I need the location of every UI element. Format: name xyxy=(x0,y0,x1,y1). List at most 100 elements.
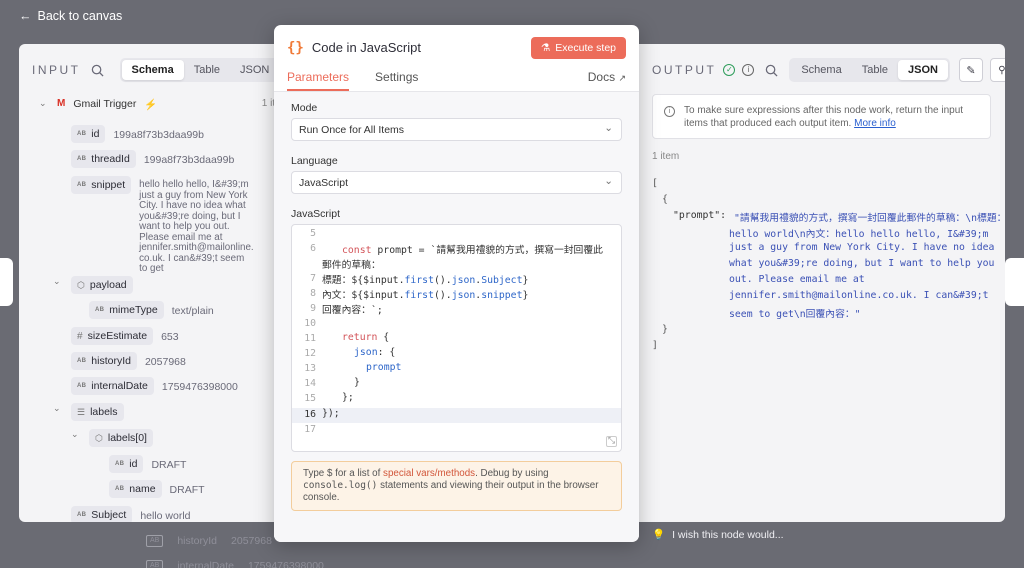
field-id-pill[interactable]: AB id xyxy=(71,125,106,143)
field-sizeestimate: # sizeEstimate 653 xyxy=(71,327,179,345)
input-tab-json[interactable]: JSON xyxy=(230,60,279,80)
node-title[interactable]: Code in JavaScript xyxy=(312,40,421,55)
field-sizeestimate-pill[interactable]: # sizeEstimate xyxy=(71,327,154,345)
field-subject-pill[interactable]: AB Subject xyxy=(71,506,133,522)
field-internaldate-pill[interactable]: AB internalDate xyxy=(71,377,154,395)
field-key: labels xyxy=(90,406,118,418)
feedback-link[interactable]: 💡 I wish this node would... xyxy=(652,528,784,542)
bg-internal-key: internalDate xyxy=(177,560,234,568)
tab-parameters[interactable]: Parameters xyxy=(287,70,350,91)
resize-editor-icon[interactable]: ⤡ xyxy=(606,436,617,447)
json-string-line: just a guy from New York City. I have no… xyxy=(729,242,995,253)
text-type-icon: AB xyxy=(77,156,87,162)
pin-data-button[interactable]: ⚲ xyxy=(989,58,1005,82)
json-string-line: what you&#39;re doing, but I want to hel… xyxy=(729,258,995,269)
code-line-6: const prompt = `請幫我用禮貌的方式，撰寫一封回覆此 xyxy=(342,242,603,256)
snippet-line: City. I have no idea what xyxy=(139,200,246,211)
bg-internal-value: 1759476398000 xyxy=(247,560,324,568)
json-bracket-close: ] xyxy=(652,340,658,351)
language-select[interactable]: JavaScript ⌄ xyxy=(291,171,622,194)
code-text: : { xyxy=(377,347,396,358)
arrow-left-icon: ← xyxy=(19,9,32,23)
field-threadid-pill[interactable]: AB threadId xyxy=(71,150,136,168)
output-tab-table[interactable]: Table xyxy=(852,60,898,80)
special-vars-link[interactable]: special vars/methods xyxy=(383,468,475,479)
code-text: } xyxy=(522,275,529,286)
output-tab-json[interactable]: JSON xyxy=(898,60,948,80)
hint-code: console.log() xyxy=(303,480,378,491)
back-to-canvas-label: Back to canvas xyxy=(37,9,123,23)
field-key: id xyxy=(129,458,138,470)
output-panel: OUTPUT ✓ i Schema Table JSON ✎ ⚲ i To ma… xyxy=(639,44,1005,522)
object-icon: ⬡ xyxy=(77,279,85,290)
field-snippet-pill[interactable]: AB snippet xyxy=(71,176,132,194)
gmail-node-edge xyxy=(0,258,13,306)
field-payload: ⌄ ⬡ payload xyxy=(53,276,133,294)
info-icon[interactable]: i xyxy=(742,64,755,76)
pencil-icon: ✎ xyxy=(966,64,976,77)
code-property: snippet xyxy=(481,290,523,301)
hint-text: Type $ for a list of xyxy=(303,468,384,479)
chevron-down-icon[interactable]: ⌄ xyxy=(39,98,49,109)
code-method: first xyxy=(404,275,434,286)
code-text: } xyxy=(522,290,529,301)
field-label-name-pill[interactable]: AB name xyxy=(109,480,162,498)
field-value: 653 xyxy=(161,331,179,343)
json-key: "prompt": xyxy=(673,210,727,221)
mode-select[interactable]: Run Once for All Items ⌄ xyxy=(291,118,622,141)
back-to-canvas-link[interactable]: ← Back to canvas xyxy=(19,9,122,23)
chevron-down-icon[interactable]: ⌄ xyxy=(53,276,63,287)
field-threadid: AB threadId 199a8f73b3daa99b xyxy=(71,150,234,168)
field-mimetype-pill[interactable]: AB mimeType xyxy=(89,301,164,319)
bolt-icon: ⚡ xyxy=(144,99,158,111)
mode-label: Mode xyxy=(291,102,318,114)
field-labels-pill[interactable]: ☰ labels xyxy=(71,403,124,421)
json-string-line: seem to get\n回覆內容：" xyxy=(729,309,861,320)
code-property: json xyxy=(451,275,476,286)
search-icon[interactable] xyxy=(765,64,778,77)
output-item-count: 1 item xyxy=(652,151,680,162)
input-view-tabs: Schema Table JSON xyxy=(119,58,282,82)
code-hint: Type $ for a list of special vars/method… xyxy=(291,461,622,511)
field-label-id-pill[interactable]: AB id xyxy=(109,455,144,473)
code-keyword: return xyxy=(342,332,378,343)
text-type-icon: AB xyxy=(77,182,87,188)
edit-output-button[interactable]: ✎ xyxy=(958,58,983,82)
line-number: 14 xyxy=(304,378,316,389)
language-value: JavaScript xyxy=(299,177,349,189)
field-historyid-pill[interactable]: AB historyId xyxy=(71,352,137,370)
field-key: name xyxy=(129,483,156,495)
hint-text: . Debug by using xyxy=(475,468,549,479)
field-key: internalDate xyxy=(91,380,148,392)
gmail-trigger-row[interactable]: ⌄ M Gmail Trigger ⚡ 1 item xyxy=(39,98,289,111)
field-labels0-pill[interactable]: ⬡ labels[0] xyxy=(89,429,153,447)
field-key: mimeType xyxy=(109,304,158,316)
field-labels0: ⌄ ⬡ labels[0] xyxy=(71,429,153,447)
search-icon[interactable] xyxy=(91,64,104,77)
input-tab-table[interactable]: Table xyxy=(184,60,230,80)
line-number: 13 xyxy=(304,363,316,374)
text-type-icon: AB xyxy=(77,383,87,389)
field-labels: ⌄ ☰ labels xyxy=(53,403,124,421)
field-payload-pill[interactable]: ⬡ payload xyxy=(71,276,133,294)
input-tab-schema[interactable]: Schema xyxy=(121,60,184,80)
tab-settings[interactable]: Settings xyxy=(375,70,418,91)
text-type-icon: AB xyxy=(95,307,105,313)
chevron-down-icon[interactable]: ⌄ xyxy=(71,429,81,440)
field-key: sizeEstimate xyxy=(87,330,148,342)
docs-link[interactable]: Docs ↗ xyxy=(588,70,626,91)
snippet-value: hello hello hello, I&#39;m just a guy fr… xyxy=(139,179,254,275)
bg-history-value: 2057968 xyxy=(231,535,272,547)
more-info-link[interactable]: More info xyxy=(854,118,896,129)
output-tab-schema[interactable]: Schema xyxy=(791,60,851,80)
line-number: 11 xyxy=(304,333,316,344)
execute-step-button[interactable]: ⚗ Execute step xyxy=(530,36,626,59)
json-string-line: "請幫我用禮貌的方式，撰寫一封回覆此郵件的草稿：\n標題： xyxy=(734,213,1005,224)
external-link-icon: ↗ xyxy=(618,73,626,83)
code-text: 標題：${$input. xyxy=(322,275,405,286)
code-editor[interactable]: 5 6 7 8 9 10 11 12 13 14 15 16 17 const … xyxy=(291,224,622,452)
snippet-line: to get xyxy=(139,263,164,274)
input-title: INPUT xyxy=(32,63,81,77)
field-value: hello world xyxy=(140,510,191,522)
chevron-down-icon[interactable]: ⌄ xyxy=(53,403,63,414)
